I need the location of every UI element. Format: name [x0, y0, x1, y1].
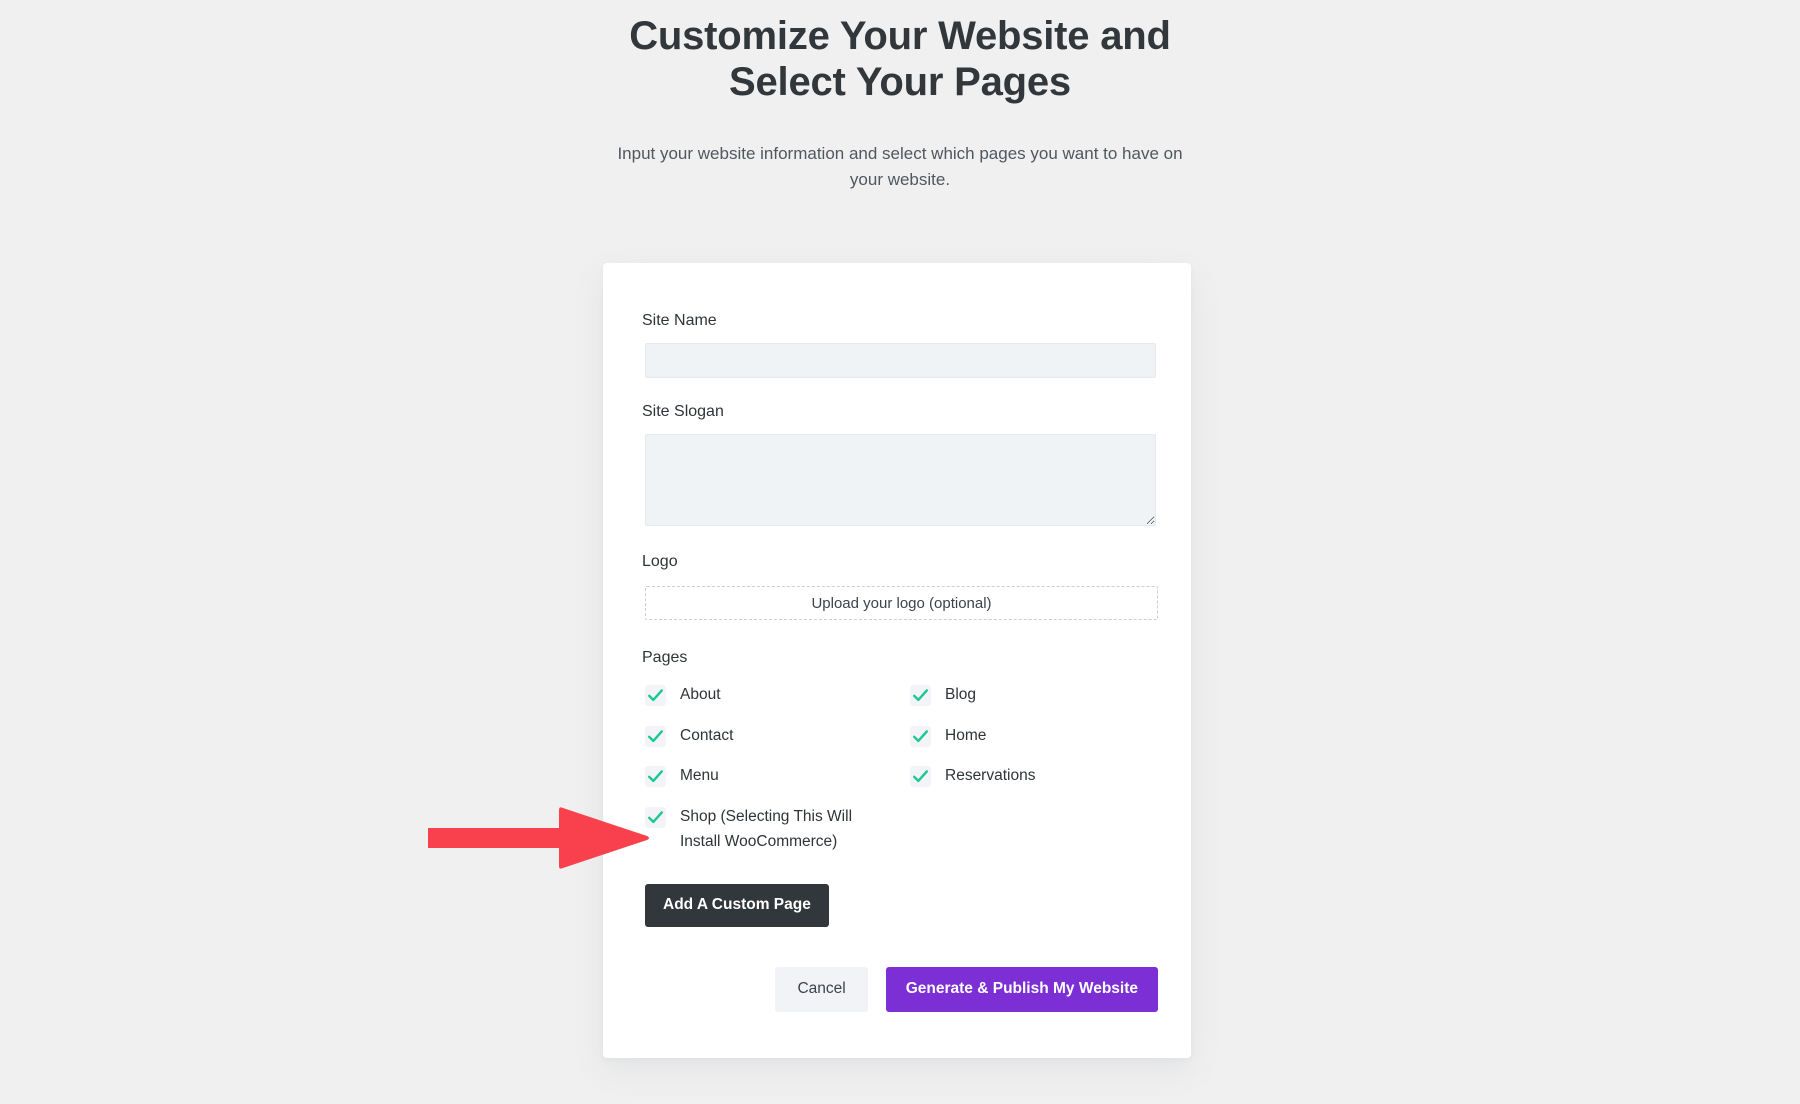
page-checkbox-blog[interactable]: Blog	[910, 684, 1158, 708]
page-checkbox-about[interactable]: About	[645, 684, 910, 708]
page-checkbox-label: About	[680, 686, 721, 703]
page-checkbox-label: Menu	[680, 767, 719, 785]
add-custom-page-button[interactable]: Add A Custom Page	[645, 883, 829, 927]
pages-checkbox-grid: About Blog Contact Home Menu Reservation…	[645, 684, 1158, 855]
generate-publish-button[interactable]: Generate & Publish My Website	[885, 966, 1158, 1012]
check-icon	[910, 725, 931, 747]
site-name-label: Site Name	[642, 312, 717, 329]
page-checkbox-label: Blog	[945, 686, 977, 703]
pages-row: Menu Reservations	[645, 765, 1158, 789]
pages-row: Contact Home	[645, 725, 1158, 749]
site-name-input[interactable]	[645, 343, 1156, 378]
page-header: Customize Your Website and Select Your P…	[0, 0, 1800, 192]
check-icon	[645, 725, 666, 747]
pages-row: Shop (Selecting This Will Install WooCom…	[645, 806, 1158, 855]
page-checkbox-shop[interactable]: Shop (Selecting This Will Install WooCom…	[645, 806, 910, 855]
page-title-line-2: Select Your Pages	[729, 59, 1071, 104]
check-icon	[910, 766, 931, 788]
page-checkbox-contact[interactable]: Contact	[645, 725, 910, 749]
card-action-row: Cancel Generate & Publish My Website	[645, 966, 1158, 1012]
logo-upload-dropzone[interactable]: Upload your logo (optional)	[645, 586, 1158, 620]
check-icon	[645, 766, 666, 788]
site-slogan-label: Site Slogan	[642, 403, 724, 420]
check-icon	[910, 685, 931, 706]
page-title-line-1: Customize Your Website and	[629, 14, 1171, 58]
page-checkbox-label: Contact	[680, 726, 734, 744]
cancel-button[interactable]: Cancel	[775, 966, 868, 1012]
customize-website-card-wrapper: Site Name Site Slogan Logo Upload your l…	[603, 263, 1191, 1058]
check-icon	[645, 806, 666, 828]
page-checkbox-label: Home	[945, 726, 987, 744]
page-checkbox-reservations[interactable]: Reservations	[910, 765, 1158, 789]
pages-label: Pages	[642, 649, 688, 666]
page-checkbox-home[interactable]: Home	[910, 725, 1158, 749]
logo-label: Logo	[642, 553, 678, 570]
page-checkbox-menu[interactable]: Menu	[645, 765, 910, 789]
page-subtitle: Input your website information and selec…	[617, 144, 1183, 189]
check-icon	[645, 685, 666, 706]
site-slogan-textarea[interactable]	[645, 434, 1156, 526]
customize-website-card: Site Name Site Slogan Logo Upload your l…	[603, 263, 1191, 1058]
pages-row: About Blog	[645, 684, 1158, 708]
page-title: Customize Your Website and Select Your P…	[620, 14, 1180, 105]
page-checkbox-label: Reservations	[945, 767, 1036, 785]
logo-upload-label: Upload your logo (optional)	[811, 594, 992, 612]
page-checkbox-label: Shop (Selecting This Will Install WooCom…	[680, 807, 853, 851]
